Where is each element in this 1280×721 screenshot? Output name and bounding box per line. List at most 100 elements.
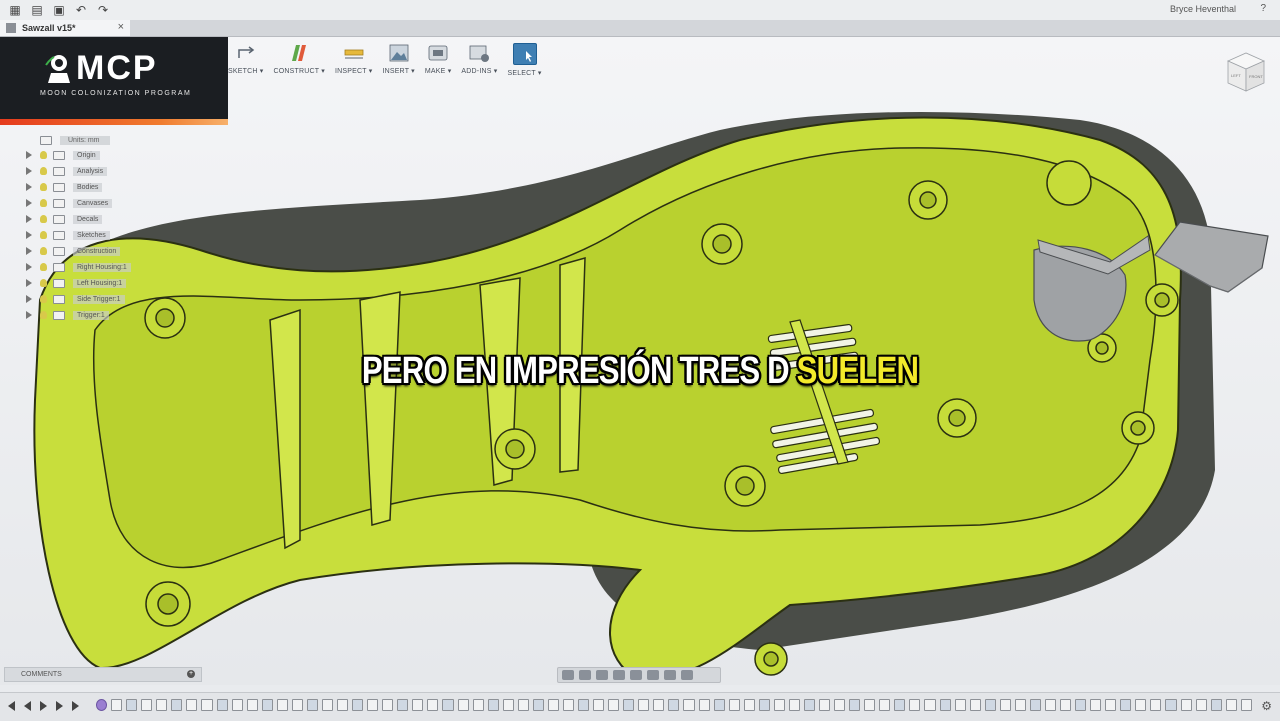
browser-node-sketches[interactable]: Sketches	[24, 227, 144, 243]
timeline-feature[interactable]	[924, 699, 936, 711]
browser-node-trigger[interactable]: Trigger:1	[24, 307, 144, 323]
timeline-feature[interactable]	[1105, 699, 1117, 711]
timeline-feature[interactable]	[1135, 699, 1147, 711]
expand-arrow-icon[interactable]	[26, 199, 32, 207]
timeline-feature[interactable]	[186, 699, 198, 711]
timeline-feature[interactable]	[713, 699, 725, 711]
timeline-feature[interactable]	[743, 699, 755, 711]
comments-panel[interactable]: COMMENTS +	[4, 667, 202, 682]
timeline-feature[interactable]	[427, 699, 439, 711]
gear-icon[interactable]: ⚙	[1261, 699, 1272, 713]
visibility-bulb-icon[interactable]	[40, 279, 47, 287]
browser-node-canvases[interactable]: Canvases	[24, 195, 144, 211]
timeline-feature[interactable]	[969, 699, 981, 711]
timeline-feature[interactable]	[683, 699, 695, 711]
timeline-feature[interactable]	[849, 699, 861, 711]
timeline-feature[interactable]	[728, 699, 740, 711]
redo-icon[interactable]: ↷	[96, 3, 110, 17]
timeline-feature[interactable]	[216, 699, 228, 711]
view-cube-icon[interactable]: LEFT FRONT	[1218, 47, 1268, 97]
expand-arrow-icon[interactable]	[26, 215, 32, 223]
timeline-feature[interactable]	[1060, 699, 1072, 711]
timeline-feature[interactable]	[1014, 699, 1026, 711]
visibility-bulb-icon[interactable]	[40, 151, 47, 159]
timeline-feature[interactable]	[397, 699, 409, 711]
visibility-bulb-icon[interactable]	[40, 295, 47, 303]
orbit-icon[interactable]	[562, 670, 574, 680]
timeline-feature[interactable]	[111, 699, 123, 711]
timeline-feature[interactable]	[367, 699, 379, 711]
timeline-feature[interactable]	[487, 699, 499, 711]
inspect-menu[interactable]: INSPECT ▾	[335, 40, 372, 75]
browser-node-right-housing[interactable]: Right Housing:1	[24, 259, 144, 275]
visibility-bulb-icon[interactable]	[40, 199, 47, 207]
timeline-feature[interactable]	[321, 699, 333, 711]
expand-arrow-icon[interactable]	[26, 263, 32, 271]
timeline-feature[interactable]	[291, 699, 303, 711]
timeline-feature[interactable]	[864, 699, 876, 711]
timeline-feature[interactable]	[803, 699, 815, 711]
add-ins-menu[interactable]: ADD-INS ▾	[461, 40, 497, 75]
browser-node-origin[interactable]: Origin	[24, 147, 144, 163]
timeline-feature[interactable]	[1090, 699, 1102, 711]
timeline-feature[interactable]	[1210, 699, 1222, 711]
browser-node-left-housing[interactable]: Left Housing:1	[24, 275, 144, 291]
browser-node-analysis[interactable]: Analysis	[24, 163, 144, 179]
timeline-feature[interactable]	[894, 699, 906, 711]
timeline-feature[interactable]	[276, 699, 288, 711]
timeline-feature[interactable]	[999, 699, 1011, 711]
timeline-feature[interactable]	[623, 699, 635, 711]
expand-arrow-icon[interactable]	[26, 311, 32, 319]
timeline-feature[interactable]	[653, 699, 665, 711]
timeline-feature[interactable]	[1195, 699, 1207, 711]
visibility-bulb-icon[interactable]	[40, 215, 47, 223]
timeline-feature[interactable]	[171, 699, 183, 711]
timeline-feature[interactable]	[608, 699, 620, 711]
timeline-feature[interactable]	[201, 699, 213, 711]
timeline-feature[interactable]	[562, 699, 574, 711]
timeline-feature[interactable]	[1180, 699, 1192, 711]
timeline-feature[interactable]	[578, 699, 590, 711]
help-icon[interactable]: ?	[1260, 3, 1266, 14]
visibility-bulb-icon[interactable]	[40, 231, 47, 239]
sketch-menu[interactable]: SKETCH ▾	[228, 40, 263, 75]
fit-icon[interactable]	[630, 670, 642, 680]
timeline-feature[interactable]	[532, 699, 544, 711]
timeline-feature[interactable]	[954, 699, 966, 711]
timeline-feature[interactable]	[156, 699, 168, 711]
timeline-feature[interactable]	[1029, 699, 1041, 711]
play-icon[interactable]	[40, 701, 47, 711]
zoom-icon[interactable]	[613, 670, 625, 680]
visibility-bulb-icon[interactable]	[40, 247, 47, 255]
timeline-feature[interactable]	[517, 699, 529, 711]
timeline-feature[interactable]	[834, 699, 846, 711]
timeline-feature[interactable]	[442, 699, 454, 711]
timeline-feature[interactable]	[593, 699, 605, 711]
timeline-feature[interactable]	[246, 699, 258, 711]
visibility-bulb-icon[interactable]	[40, 263, 47, 271]
grid-menu-icon[interactable]: ▦	[8, 3, 22, 17]
expand-arrow-icon[interactable]	[26, 247, 32, 255]
timeline-feature[interactable]	[1165, 699, 1177, 711]
save-icon[interactable]: ▣	[52, 3, 66, 17]
timeline-feature[interactable]	[758, 699, 770, 711]
timeline-feature[interactable]	[382, 699, 394, 711]
timeline-feature[interactable]	[879, 699, 891, 711]
timeline-feature[interactable]	[502, 699, 514, 711]
expand-arrow-icon[interactable]	[26, 183, 32, 191]
close-tab-icon[interactable]: ×	[118, 21, 124, 33]
timeline-feature[interactable]	[306, 699, 318, 711]
timeline-feature[interactable]	[96, 699, 108, 711]
timeline-feature[interactable]	[638, 699, 650, 711]
browser-node-bodies[interactable]: Bodies	[24, 179, 144, 195]
user-name[interactable]: Bryce Heventhal	[1170, 4, 1236, 14]
timeline-feature[interactable]	[337, 699, 349, 711]
timeline-feature[interactable]	[984, 699, 996, 711]
insert-menu[interactable]: INSERT ▾	[382, 40, 415, 75]
timeline-feature[interactable]	[668, 699, 680, 711]
units-node[interactable]: Units: mm	[40, 133, 144, 147]
timeline-feature[interactable]	[352, 699, 364, 711]
timeline-feature[interactable]	[1120, 699, 1132, 711]
timeline-feature[interactable]	[547, 699, 559, 711]
timeline-feature[interactable]	[788, 699, 800, 711]
